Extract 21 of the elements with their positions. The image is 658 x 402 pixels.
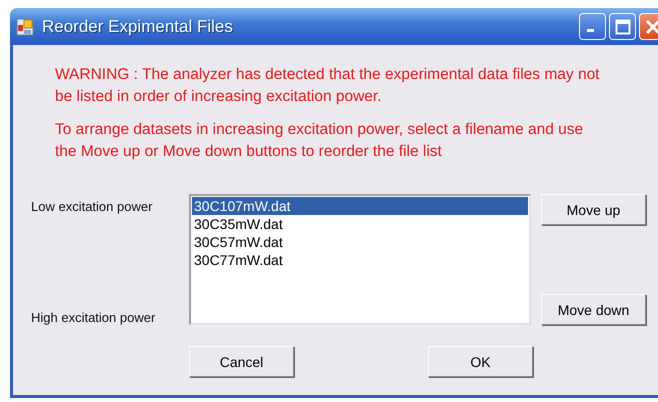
cancel-button[interactable]: Cancel: [189, 346, 294, 377]
move-up-button[interactable]: Move up: [541, 194, 646, 225]
minimize-button[interactable]: [579, 13, 606, 40]
file-item[interactable]: 30C35mW.dat: [192, 215, 528, 233]
file-list[interactable]: 30C107mW.dat 30C35mW.dat 30C57mW.dat 30C77mW.dat: [189, 194, 531, 325]
low-power-label: Low excitation power: [31, 199, 154, 214]
window-title: Reorder Expimental Files: [42, 16, 233, 36]
file-item[interactable]: 30C107mW.dat: [192, 197, 528, 215]
close-icon: [644, 18, 658, 34]
warning-text: WARNING : The analyzer has detected that the experimental data files may not be listed in order of increasing excitation power.: [55, 65, 600, 107]
ok-button[interactable]: OK: [428, 346, 533, 377]
file-item[interactable]: 30C57mW.dat: [192, 233, 528, 251]
maximize-button[interactable]: [609, 13, 636, 40]
app-icon: [16, 18, 34, 36]
minimize-icon: [586, 29, 594, 32]
high-power-label: High excitation power: [31, 310, 156, 325]
close-button[interactable]: [639, 13, 658, 40]
warning-text: To arrange datasets in increasing excitation power, select a filename and use the Move up or Move down buttons to reorder the file list: [55, 120, 584, 162]
move-down-button[interactable]: Move down: [541, 294, 646, 325]
maximize-icon: [614, 18, 630, 34]
file-item[interactable]: 30C77mW.dat: [192, 251, 528, 269]
